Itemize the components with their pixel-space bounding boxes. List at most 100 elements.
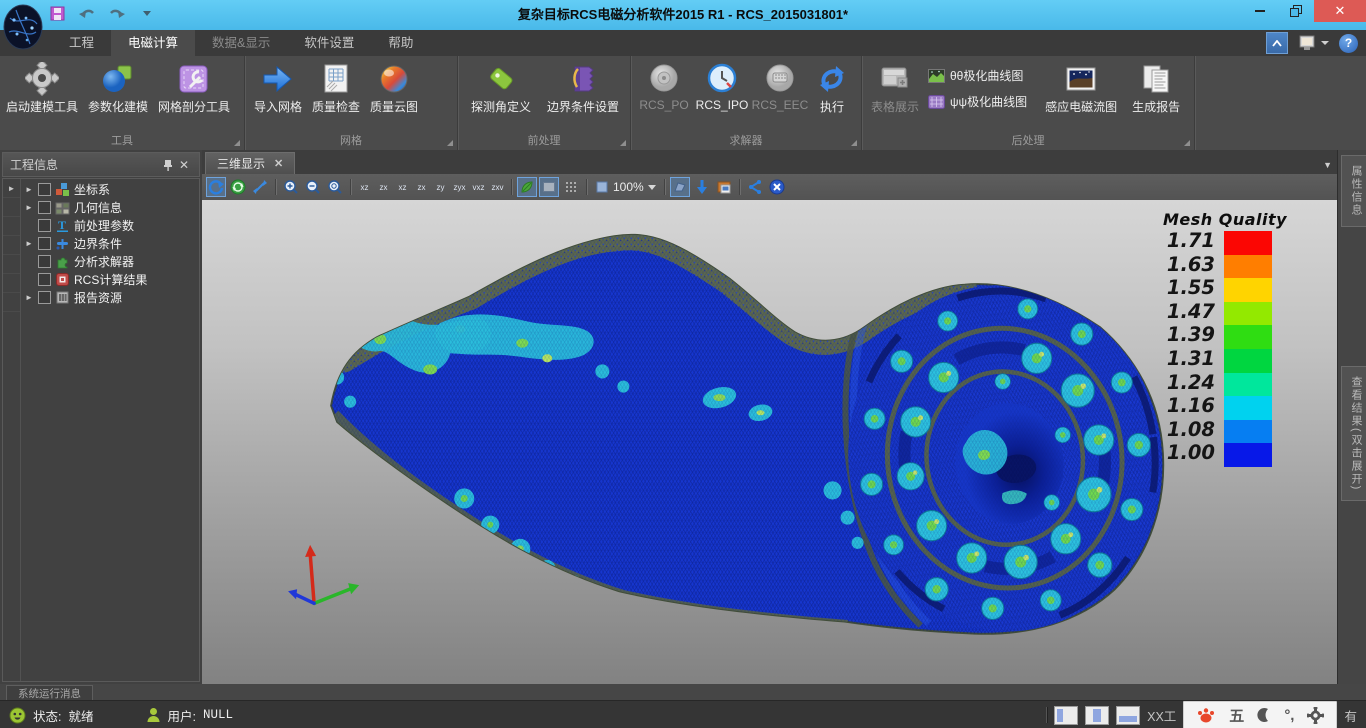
view-zx2-button[interactable]: zx [413, 177, 430, 197]
view-vxz-button[interactable]: vxz [470, 177, 487, 197]
checkbox[interactable] [38, 273, 51, 286]
display-mode-button[interactable] [1298, 34, 1329, 52]
share-view-button[interactable] [745, 177, 765, 197]
ime-moon-icon[interactable] [1257, 707, 1271, 723]
gutter-arrow[interactable]: ► [3, 179, 20, 198]
close-tab-icon[interactable]: ✕ [274, 157, 283, 170]
layout-bottom-button[interactable] [1116, 706, 1140, 725]
expand-icon[interactable]: ► [24, 239, 34, 248]
zoom-in-button[interactable] [281, 177, 301, 197]
zoom-extents-button[interactable] [325, 177, 345, 197]
zoom-out-button[interactable] [303, 177, 323, 197]
checkbox[interactable] [38, 201, 51, 214]
checkbox[interactable] [38, 291, 51, 304]
close-button[interactable]: ✕ [1314, 0, 1366, 22]
quick-access-dropdown[interactable] [138, 4, 156, 22]
solver-rcs-po-button[interactable]: RCS_PO [635, 59, 693, 112]
theta-polar-curve-button[interactable]: θθ极化曲线图 [928, 67, 1027, 84]
layout-left-button[interactable] [1054, 706, 1078, 725]
tab-project[interactable]: 工程 [52, 30, 111, 56]
generate-report-button[interactable]: 生成报告 [1127, 59, 1185, 115]
wireframe-mode-button[interactable] [561, 177, 581, 197]
import-view-button[interactable] [692, 177, 712, 197]
ime-wubi-mode[interactable]: 五 [1229, 705, 1244, 726]
quality-check-button[interactable]: 质量检查 [307, 59, 365, 115]
tree-item-analysis-solver[interactable]: 分析求解器 [21, 252, 199, 270]
psi-polar-curve-button[interactable]: ψψ极化曲线图 [928, 93, 1027, 110]
rotate-view-button[interactable] [206, 177, 226, 197]
redo-button[interactable] [108, 4, 126, 22]
undo-button[interactable] [78, 4, 96, 22]
close-panel-button[interactable]: ✕ [176, 157, 192, 173]
table-display-button[interactable]: 表格展示 [866, 59, 924, 115]
view-zx-button[interactable]: zx [375, 177, 392, 197]
tree-item-geometry-info[interactable]: ► 几何信息 [21, 198, 199, 216]
view-zy-button[interactable]: zy [432, 177, 449, 197]
orbit-view-button[interactable] [228, 177, 248, 197]
checkbox[interactable] [38, 219, 51, 232]
view-xz2-button[interactable]: xz [394, 177, 411, 197]
tree-item-boundary-conditions[interactable]: ► 边界条件 [21, 234, 199, 252]
tab-view-results[interactable]: 查看结果(双击展开) [1341, 366, 1366, 501]
quality-cloudmap-button[interactable]: 质量云图 [365, 59, 423, 115]
tree-item-rcs-results[interactable]: RCS计算结果 [21, 270, 199, 288]
tab-3d-display[interactable]: 三维显示 ✕ [205, 152, 295, 174]
fit-view-button[interactable] [250, 177, 270, 197]
tree-item-report-resources[interactable]: ► 报告资源 [21, 288, 199, 306]
execute-button[interactable]: 执行 [809, 59, 855, 115]
tab-system-messages[interactable]: 系统运行消息 [6, 685, 93, 701]
tab-help[interactable]: 帮助 [371, 30, 430, 56]
dialog-launcher-icon[interactable] [234, 140, 240, 146]
zoom-in-icon [283, 179, 299, 195]
close-view-button[interactable] [767, 177, 787, 197]
ime-punctuation-mode[interactable]: °, [1284, 707, 1294, 724]
probe-angle-button[interactable]: 探测角定义 [462, 59, 540, 115]
pin-panel-button[interactable] [160, 157, 176, 173]
tree-item-coordinate-system[interactable]: ► 坐标系 [21, 180, 199, 198]
minimize-ribbon-button[interactable] [1266, 32, 1288, 54]
save-button[interactable] [48, 4, 66, 22]
layout-center-button[interactable] [1085, 706, 1109, 725]
boundary-condition-button[interactable]: 边界条件设置 [540, 59, 626, 115]
minimize-button[interactable] [1242, 0, 1278, 22]
dialog-launcher-icon[interactable] [620, 140, 626, 146]
tab-software-settings[interactable]: 软件设置 [287, 30, 371, 56]
parametric-modeling-button[interactable]: 参数化建模 [80, 59, 156, 115]
viewport-3d[interactable]: Mesh Quality 1.71 1.63 1.55 1.47 1.39 1.… [202, 200, 1338, 684]
snapshot-button[interactable] [714, 177, 734, 197]
tab-em-computation[interactable]: 电磁计算 [111, 30, 195, 56]
help-button[interactable]: ? [1339, 34, 1358, 53]
expand-icon[interactable]: ► [24, 203, 34, 212]
solver-rcs-eec-button[interactable]: RCS_EEC [751, 59, 809, 112]
zoom-level-control[interactable]: 100% [592, 180, 659, 194]
flat-mode-button[interactable] [539, 177, 559, 197]
meshing-tool-button[interactable]: 网格剖分工具 [156, 59, 232, 115]
shaded-mode-button[interactable] [517, 177, 537, 197]
induced-current-map-button[interactable]: 感应电磁流图 [1035, 59, 1127, 115]
ime-paw-icon[interactable] [1196, 706, 1216, 724]
tree-item-preprocess-params[interactable]: T 前处理参数 [21, 216, 199, 234]
rainbow-sphere-icon [376, 61, 412, 97]
app-logo[interactable] [2, 2, 44, 50]
launch-modeling-tool-button[interactable]: 启动建模工具 [4, 59, 80, 115]
down-arrow-icon [695, 179, 709, 195]
tab-list-dropdown-icon[interactable]: ▼ [1323, 160, 1332, 170]
expand-icon[interactable]: ► [24, 185, 34, 194]
dialog-launcher-icon[interactable] [1184, 140, 1190, 146]
checkbox[interactable] [38, 255, 51, 268]
expand-icon[interactable]: ► [24, 293, 34, 302]
checkbox[interactable] [38, 237, 51, 250]
tab-property-info[interactable]: 属性信息 [1341, 155, 1366, 227]
import-mesh-button[interactable]: 导入网格 [249, 59, 307, 115]
ime-gear-icon[interactable] [1307, 707, 1324, 724]
solver-rcs-ipo-button[interactable]: RCS_IPO [693, 59, 751, 112]
restore-button[interactable] [1278, 0, 1314, 22]
view-zxv-button[interactable]: zxv [489, 177, 506, 197]
view-xz-button[interactable]: xz [356, 177, 373, 197]
select-polygon-button[interactable] [670, 177, 690, 197]
dialog-launcher-icon[interactable] [851, 140, 857, 146]
view-zyx-button[interactable]: zyx [451, 177, 468, 197]
tab-data-display[interactable]: 数据&显示 [195, 30, 287, 56]
dialog-launcher-icon[interactable] [447, 140, 453, 146]
checkbox[interactable] [38, 183, 51, 196]
